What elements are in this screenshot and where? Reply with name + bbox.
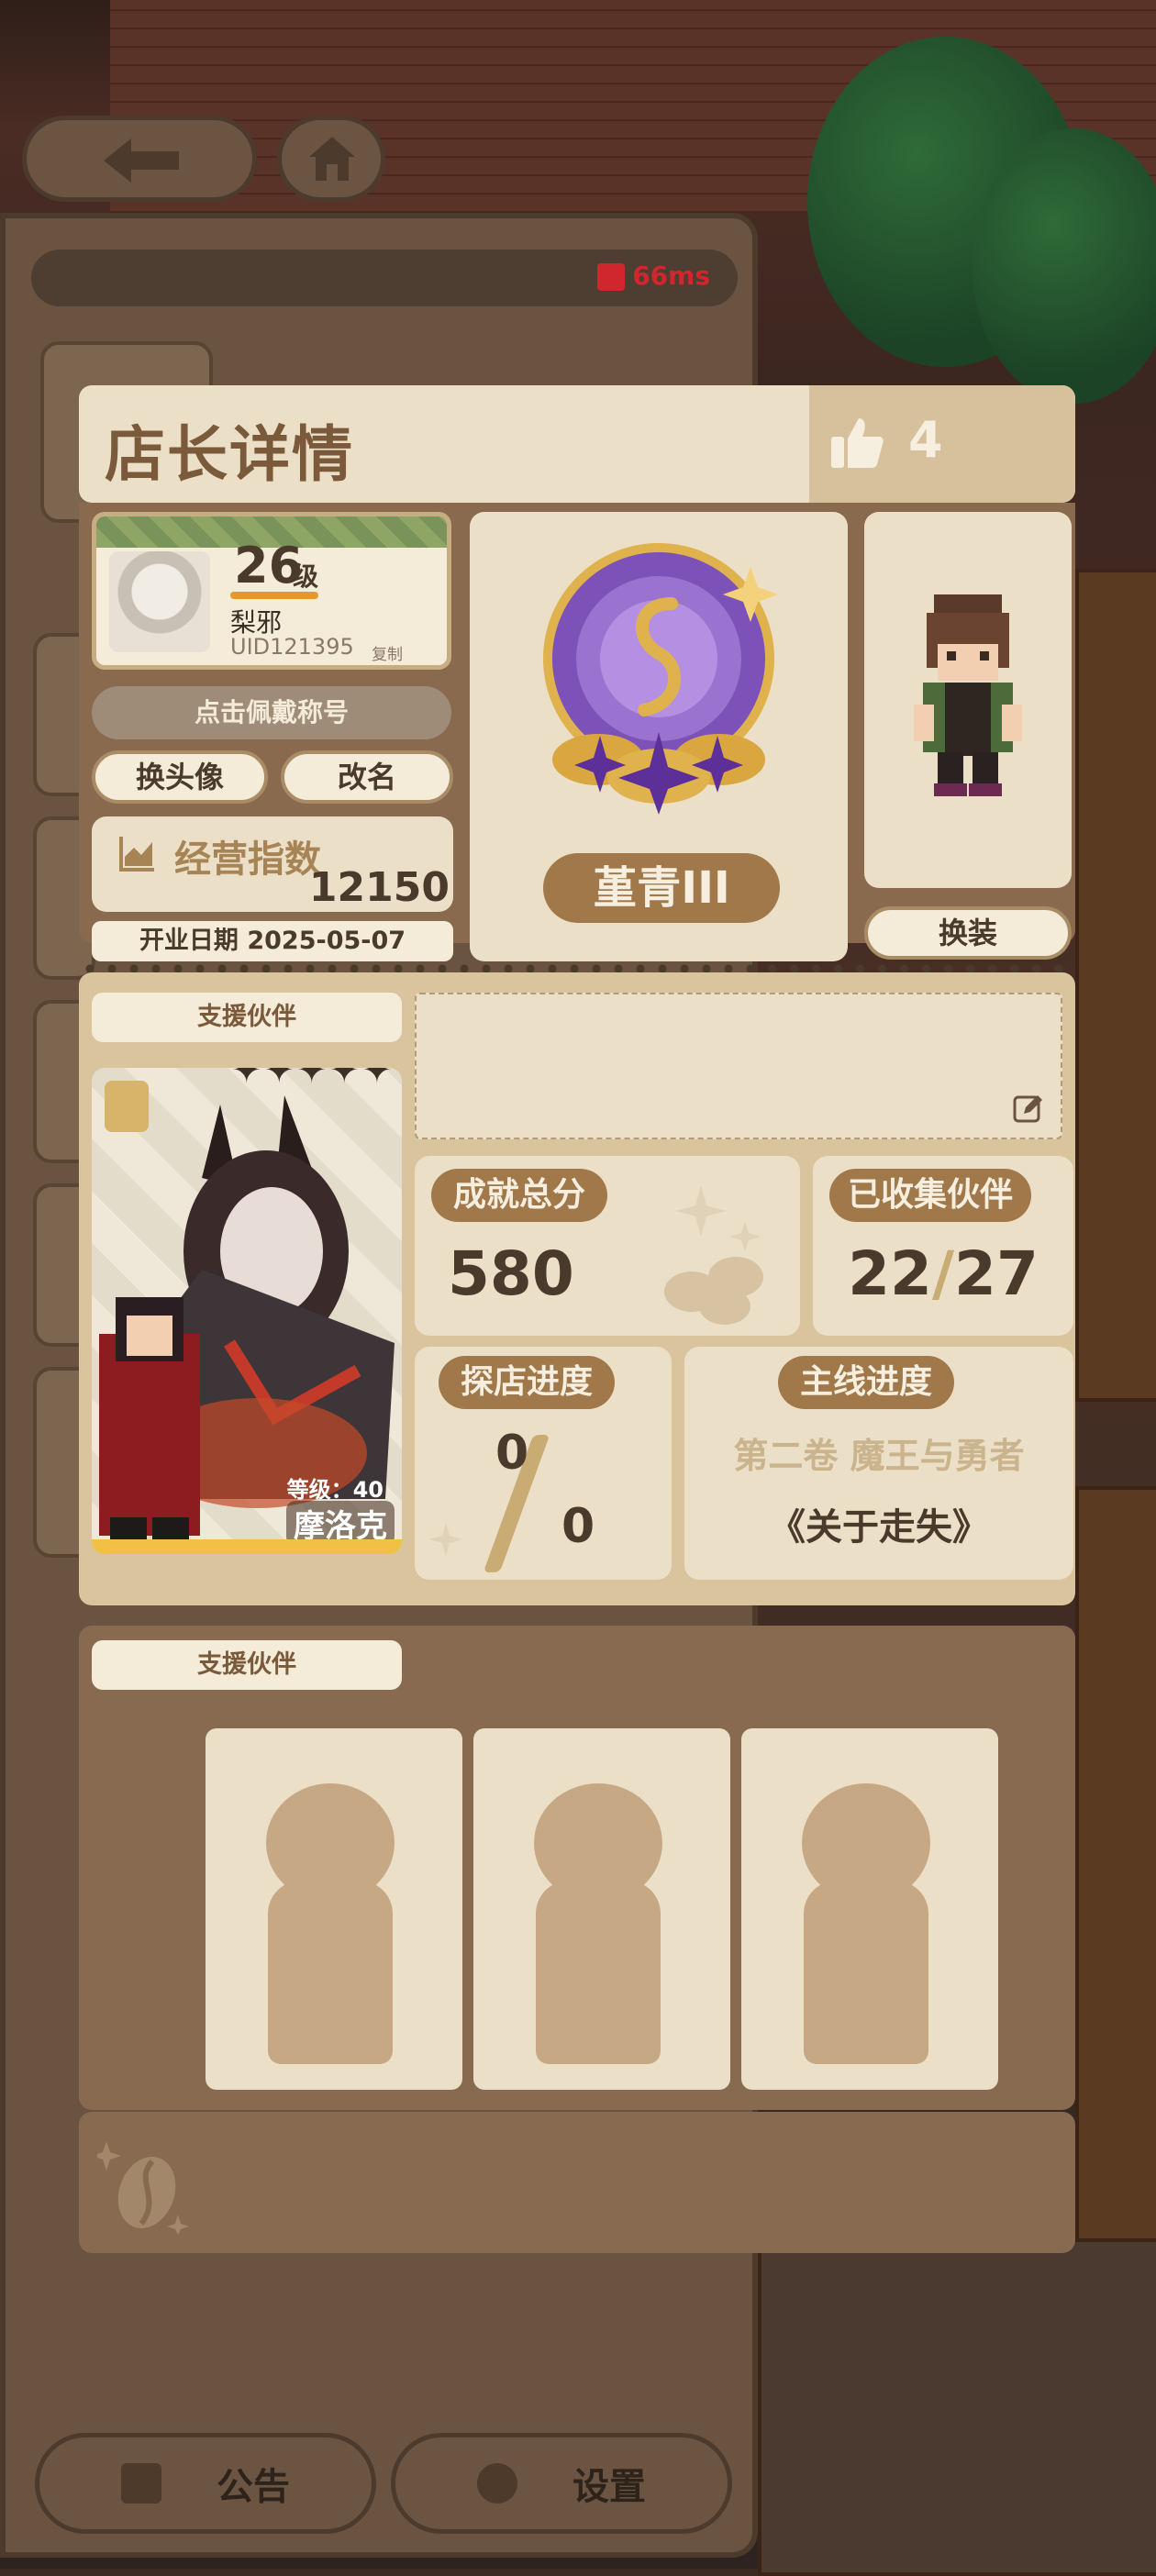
partner-level: 等级：40: [286, 1477, 383, 1503]
business-index-value: 12150: [308, 864, 450, 911]
profile-section: 26 级 梨邪 UID121395 复制 点击佩戴称号 换头像 改名 经营指数 …: [79, 503, 1075, 961]
signature-note-box[interactable]: [415, 993, 1062, 1139]
background-floor: [758, 2238, 1156, 2576]
level-underline: [230, 592, 318, 599]
outfit-preview-card: [864, 512, 1072, 888]
tree: [973, 128, 1156, 404]
dialog-header: 店长详情 4: [79, 385, 1075, 503]
edit-icon[interactable]: [1013, 1094, 1044, 1125]
business-index-card: 经营指数 12150: [92, 816, 453, 912]
coffee-beans-icon: [664, 1185, 763, 1325]
main-story-chapter: 第二卷 魔王与勇者: [733, 1436, 1025, 1476]
rename-button[interactable]: 改名: [281, 750, 453, 804]
player-uid: UID121395: [230, 634, 354, 660]
collected-separator: /: [931, 1238, 955, 1309]
footer-panel: [79, 2112, 1075, 2253]
explore-progress-card: 探店进度 0 0: [415, 1347, 672, 1580]
like-count: 4: [908, 411, 943, 469]
wear-title-button[interactable]: 点击佩戴称号: [92, 686, 451, 739]
explore-progress-label: 探店进度: [439, 1356, 616, 1409]
change-outfit-button[interactable]: 换装: [864, 906, 1072, 960]
achievement-total-card: 成就总分 580: [415, 1156, 800, 1336]
collected-total: 27: [954, 1238, 1039, 1309]
achievement-total-value: 580: [448, 1238, 574, 1309]
gear-icon: [477, 2463, 517, 2504]
briefcase-icon: [121, 2463, 161, 2504]
notice-label: 公告: [217, 2466, 290, 2508]
main-story-label: 主线进度: [778, 1356, 955, 1409]
achievement-total-label: 成就总分: [431, 1169, 608, 1222]
like-button[interactable]: 4: [809, 385, 1075, 503]
area-chart-icon: [119, 837, 154, 872]
empty-partner-slot[interactable]: [206, 1728, 462, 2090]
explore-done: 0: [495, 1426, 529, 1481]
support-partner-card[interactable]: ✦✦✦✦✦ 等级：40 摩洛克: [92, 1068, 402, 1554]
explore-total: 0: [561, 1499, 595, 1554]
main-story-title: 《关于走失》: [769, 1506, 989, 1549]
latency-indicator: 66ms: [597, 261, 710, 291]
signal-bars-icon: [597, 263, 626, 291]
manager-detail-dialog: 店长详情 4 26 级 梨邪 UID121395 复制 点击佩戴称号 换头像 改…: [79, 385, 1075, 2253]
latency-text: 66ms: [632, 261, 710, 291]
coffee-bean-icon: [97, 2141, 189, 2235]
rank-badge-name: 堇青III: [543, 853, 780, 923]
main-story-progress-card: 主线进度 第二卷 魔王与勇者 《关于走失》: [684, 1347, 1073, 1580]
collected-partners-label: 已收集伙伴: [829, 1169, 1032, 1222]
rank-badge-emblem-icon: [543, 543, 778, 815]
collected-count: 22: [848, 1238, 932, 1309]
support-partner-label: 支援伙伴: [92, 993, 402, 1042]
avatar[interactable]: [109, 551, 210, 652]
change-avatar-button[interactable]: 换头像: [92, 750, 268, 804]
empty-partner-slot[interactable]: [741, 1728, 998, 2090]
thumbs-up-icon: [831, 418, 884, 468]
home-button[interactable]: [277, 116, 385, 202]
support-partners-section: 支援伙伴: [79, 1626, 1075, 2110]
arrow-left-icon: [104, 139, 179, 183]
business-index-label: 经营指数: [174, 838, 321, 881]
back-button[interactable]: [22, 116, 257, 202]
silhouette-body: [804, 1881, 928, 2064]
silhouette-body: [268, 1881, 393, 2064]
partner-xp-bar: [92, 1539, 402, 1554]
open-date: 开业日期 2025-05-07: [92, 921, 453, 961]
rank-badge-card[interactable]: 堇青III: [470, 512, 848, 961]
home-icon: [309, 137, 355, 181]
support-partner-label-2: 支援伙伴: [92, 1640, 402, 1690]
sparkle-icon: [429, 1523, 462, 1556]
player-level-unit: 级: [293, 561, 319, 592]
silhouette-body: [536, 1881, 661, 2064]
notice-button[interactable]: 公告: [35, 2433, 376, 2534]
background-shelf: [1075, 569, 1156, 1402]
stats-section: 支援伙伴 ✦✦✦✦✦ 等级：40 摩洛克 成就总分 580 已收集伙伴 22/2…: [79, 972, 1075, 1605]
copy-uid-button[interactable]: 复制: [372, 641, 403, 664]
collected-partners-value: 22/27: [813, 1238, 1073, 1309]
settings-button[interactable]: 设置: [391, 2433, 732, 2534]
network-status-bar: 66ms: [31, 250, 738, 306]
settings-label: 设置: [572, 2466, 646, 2508]
partner-star-rating: ✦✦✦✦✦: [231, 1068, 395, 1092]
profile-card: 26 级 梨邪 UID121395 复制: [92, 512, 451, 670]
character-sprite: [914, 594, 1022, 796]
dialog-title: 店长详情: [105, 419, 354, 490]
collected-partners-card: 已收集伙伴 22/27: [813, 1156, 1073, 1336]
empty-partner-slot[interactable]: [473, 1728, 730, 2090]
